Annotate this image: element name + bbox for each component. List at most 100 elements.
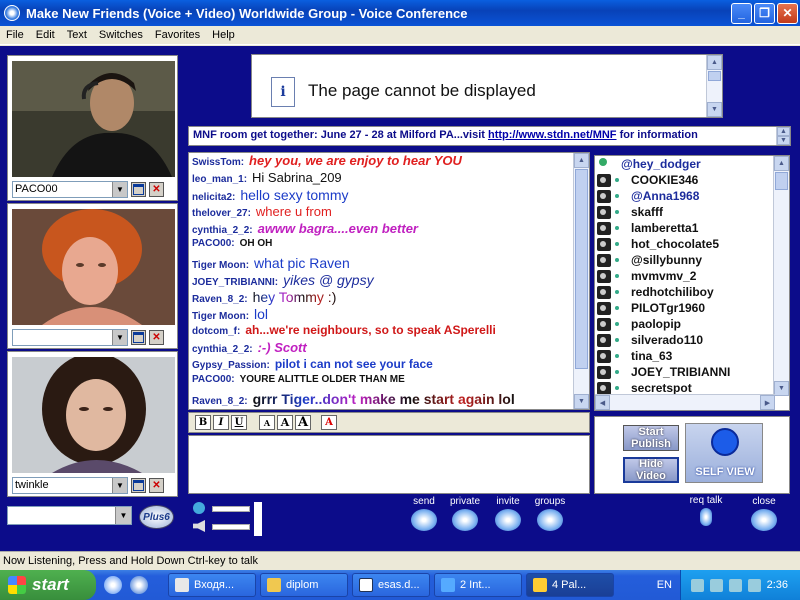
chat-nick[interactable]: JOEY_TRIBIANNI: xyxy=(192,277,278,288)
cam-window-button-3[interactable] xyxy=(131,477,146,493)
chat-nick[interactable]: Raven_8_2: xyxy=(192,294,248,305)
bold-button[interactable]: B xyxy=(195,415,211,430)
task-diplom[interactable]: diplom xyxy=(260,573,348,597)
cam-user-select-2[interactable]: ▼ xyxy=(12,328,128,346)
cam-slot-1: PACO00 ▼ ✕ xyxy=(7,55,178,201)
menu-file[interactable]: File xyxy=(0,29,30,41)
scroll-right-icon[interactable]: ▶ xyxy=(760,395,775,410)
tray-icon[interactable] xyxy=(747,578,761,592)
menu-text[interactable]: Text xyxy=(61,29,93,41)
task-paltalk[interactable]: 4 Pal... xyxy=(526,573,614,597)
chat-nick[interactable]: Tiger Moon: xyxy=(192,311,249,322)
chat-nick[interactable]: nelicita2: xyxy=(192,192,235,203)
chat-nick[interactable]: PACO00: xyxy=(192,374,235,385)
user-list-item[interactable]: skafff xyxy=(595,204,789,220)
chat-nick[interactable]: dotcom_f: xyxy=(192,326,240,337)
close-tool-button[interactable]: close xyxy=(744,496,784,531)
ticker-link[interactable]: http://www.stdn.net/MNF xyxy=(488,129,617,141)
minimize-button[interactable]: _ xyxy=(731,2,752,24)
ie-quicklaunch-icon[interactable] xyxy=(104,576,122,594)
font-color-button[interactable]: A xyxy=(321,415,337,430)
menu-edit[interactable]: Edit xyxy=(30,29,61,41)
scroll-up-icon[interactable]: ▲ xyxy=(707,55,722,70)
scroll-left-icon[interactable]: ◀ xyxy=(595,395,610,410)
language-indicator[interactable]: EN xyxy=(657,570,672,600)
cam-close-button-3[interactable]: ✕ xyxy=(149,477,164,493)
user-list-item[interactable]: hot_chocolate5 xyxy=(595,236,789,252)
cam-close-button-1[interactable]: ✕ xyxy=(149,181,164,197)
req-talk-button[interactable]: req talk xyxy=(686,496,726,526)
user-scrollbar[interactable]: ▲ ▼ xyxy=(773,156,789,396)
start-button[interactable]: start xyxy=(0,570,96,600)
task-esas[interactable]: esas.d... xyxy=(352,573,430,597)
tray-icon[interactable] xyxy=(728,578,742,592)
tray-icon[interactable] xyxy=(690,578,704,592)
chat-nick[interactable]: PACO00: xyxy=(192,238,235,249)
start-publish-button[interactable]: Start Publish xyxy=(623,425,679,451)
quicklaunch-icon[interactable] xyxy=(130,576,148,594)
chat-nick[interactable]: cynthia_2_2: xyxy=(192,344,253,355)
ticker-scrollbar[interactable]: ▲ ▼ xyxy=(776,127,790,145)
chat-nick[interactable]: cynthia_2_2: xyxy=(192,225,253,236)
menu-favorites[interactable]: Favorites xyxy=(149,29,206,41)
cam-window-button-2[interactable] xyxy=(131,329,146,345)
close-button[interactable]: ✕ xyxy=(777,2,798,24)
mic-volume-slider[interactable] xyxy=(212,506,250,512)
scroll-thumb[interactable] xyxy=(708,71,721,81)
send-button[interactable]: send xyxy=(404,496,444,531)
user-hscrollbar[interactable]: ◀ ▶ xyxy=(595,394,775,410)
font-medium-button[interactable]: A xyxy=(277,415,293,430)
font-small-button[interactable]: A xyxy=(259,415,275,430)
font-large-button[interactable]: A xyxy=(295,415,311,430)
chat-nick[interactable]: Tiger Moon: xyxy=(192,260,249,271)
invite-button[interactable]: invite xyxy=(488,496,528,531)
chat-nick[interactable]: thelover_27: xyxy=(192,208,251,219)
cam-user-select-3[interactable]: twinkle ▼ xyxy=(12,476,128,494)
user-list-item[interactable]: COOKIE346 xyxy=(595,172,789,188)
message-input[interactable] xyxy=(188,435,590,494)
ad-scrollbar[interactable]: ▲ ▼ xyxy=(706,55,722,117)
scroll-up-icon[interactable]: ▲ xyxy=(774,156,789,171)
maximize-button[interactable]: ❐ xyxy=(754,2,775,24)
user-list-item[interactable]: silverado110 xyxy=(595,332,789,348)
user-list-item[interactable]: tina_63 xyxy=(595,348,789,364)
private-button[interactable]: private xyxy=(445,496,485,531)
cam-user-select-1[interactable]: PACO00 ▼ xyxy=(12,180,128,198)
user-list-item[interactable]: paolopip xyxy=(595,316,789,332)
task-internet[interactable]: 2 Int... xyxy=(434,573,522,597)
user-list-item[interactable]: redhotchiliboy xyxy=(595,284,789,300)
scroll-up-icon[interactable]: ▲ xyxy=(777,127,790,136)
chat-nick[interactable]: leo_man_1: xyxy=(192,174,247,185)
hide-video-button[interactable]: Hide Video xyxy=(623,457,679,483)
menu-help[interactable]: Help xyxy=(206,29,241,41)
chat-scrollbar[interactable]: ▲ ▼ xyxy=(573,153,589,409)
scroll-up-icon[interactable]: ▲ xyxy=(574,153,589,168)
user-list-item[interactable]: @Anna1968 xyxy=(595,188,789,204)
user-list-item[interactable]: PILOTgr1960 xyxy=(595,300,789,316)
user-list-item[interactable]: @hey_dodger xyxy=(595,156,789,172)
user-list-item[interactable]: JOEY_TRIBIANNI xyxy=(595,364,789,380)
user-list-item[interactable]: lamberetta1 xyxy=(595,220,789,236)
scroll-down-icon[interactable]: ▼ xyxy=(774,381,789,396)
ad-banner: i The page cannot be displayed ▲ ▼ xyxy=(251,54,723,118)
chat-nick[interactable]: SwissTom: xyxy=(192,157,244,168)
chat-nick[interactable]: Raven_8_2: xyxy=(192,396,248,407)
chat-nick[interactable]: Gypsy_Passion: xyxy=(192,360,270,371)
scroll-down-icon[interactable]: ▼ xyxy=(574,394,589,409)
tray-icon[interactable] xyxy=(709,578,723,592)
scroll-down-icon[interactable]: ▼ xyxy=(707,102,722,117)
scroll-down-icon[interactable]: ▼ xyxy=(777,136,790,145)
scroll-thumb[interactable] xyxy=(575,169,588,369)
cam-window-button-1[interactable] xyxy=(131,181,146,197)
cam-close-button-2[interactable]: ✕ xyxy=(149,329,164,345)
menu-switches[interactable]: Switches xyxy=(93,29,149,41)
speaker-volume-slider[interactable] xyxy=(212,524,250,530)
italic-button[interactable]: I xyxy=(213,415,229,430)
self-view-button[interactable]: SELF VIEW xyxy=(685,423,763,483)
underline-button[interactable]: U xyxy=(231,415,247,430)
user-list-item[interactable]: @sillybunny xyxy=(595,252,789,268)
task-inbox[interactable]: Входя... xyxy=(168,573,256,597)
user-list-item[interactable]: mvmvmv_2 xyxy=(595,268,789,284)
scroll-thumb[interactable] xyxy=(775,172,788,190)
groups-button[interactable]: groups xyxy=(530,496,570,531)
